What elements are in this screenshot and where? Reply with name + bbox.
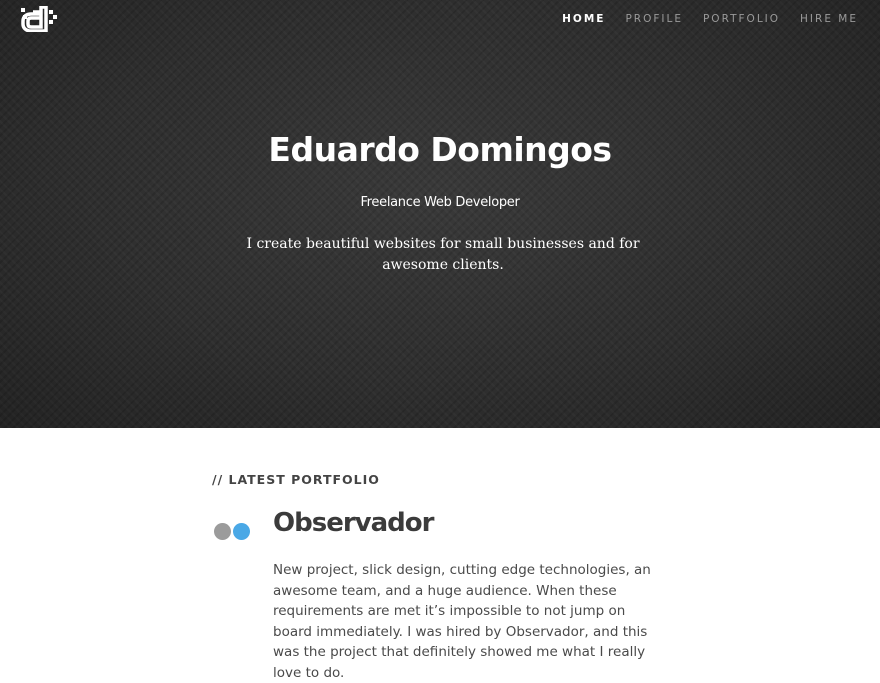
main-nav: HOME PROFILE PORTFOLIO HIRE ME [562,12,858,26]
nav-home[interactable]: HOME [562,12,605,26]
observador-logo-icon [213,521,253,541]
grey-dot-icon [214,523,231,540]
hero-tagline: I create beautiful websites for small bu… [246,236,640,273]
section-label: // LATEST PORTFOLIO [212,472,380,487]
nav-portfolio[interactable]: PORTFOLIO [703,12,780,26]
logo-icon[interactable] [19,6,59,32]
nav-hire-me[interactable]: HIRE ME [800,12,858,26]
hero-section: HOME PROFILE PORTFOLIO HIRE ME Eduardo D… [0,0,880,428]
hero-title: Eduardo Domingos [268,130,612,169]
blue-dot-icon [233,523,250,540]
project-title[interactable]: Observador [273,508,434,538]
portfolio-section: // LATEST PORTFOLIO Observador New proje… [0,428,880,681]
hero-subtitle: Freelance Web Developer [360,195,520,210]
project-description: New project, slick design, cutting edge … [273,562,651,681]
nav-profile[interactable]: PROFILE [625,12,683,26]
